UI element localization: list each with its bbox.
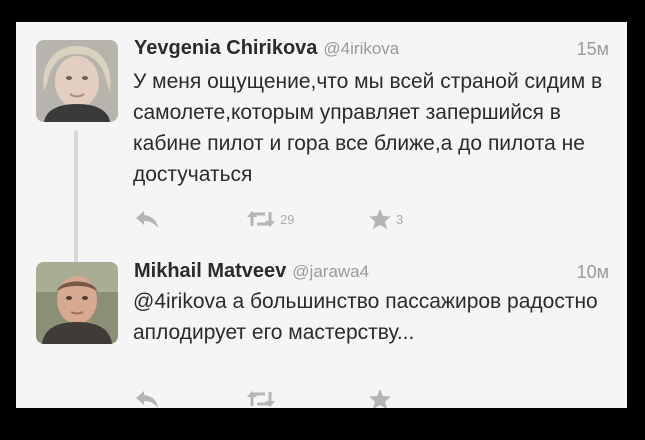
retweet-icon xyxy=(246,388,276,408)
avatar[interactable] xyxy=(36,40,118,122)
reply-icon xyxy=(134,208,160,230)
favorite-button[interactable] xyxy=(368,386,396,408)
avatar[interactable] xyxy=(36,262,118,344)
tweet[interactable]: Yevgenia Chirikova @4irikova 15м У меня о… xyxy=(16,22,627,258)
author-handle[interactable]: @4irikova xyxy=(323,39,399,58)
tweet-header: Yevgenia Chirikova @4irikova 15м xyxy=(134,37,609,65)
author-name[interactable]: Mikhail Matveev xyxy=(134,260,286,282)
author-name[interactable]: Yevgenia Chirikova xyxy=(134,37,317,59)
reply-button[interactable] xyxy=(134,206,160,232)
favorite-count: 3 xyxy=(396,211,404,227)
reply-icon xyxy=(134,388,160,408)
retweet-button[interactable] xyxy=(246,386,280,408)
tweet-header: Mikhail Matveev @jarawa4 10м xyxy=(134,260,609,288)
retweet-button[interactable]: 29 xyxy=(246,206,294,232)
author-handle[interactable]: @jarawa4 xyxy=(292,262,369,281)
star-icon xyxy=(368,388,392,408)
tweet-thread: Yevgenia Chirikova @4irikova 15м У меня о… xyxy=(16,22,627,408)
favorite-button[interactable]: 3 xyxy=(368,206,403,232)
tweet[interactable]: Mikhail Matveev @jarawa4 10м @4irikova а … xyxy=(16,258,627,408)
tweet-text: @4irikova а большинство пассажиров радос… xyxy=(133,290,598,344)
tweet-text: У меня ощущение,что мы всей страной сиди… xyxy=(133,70,603,186)
reply-button[interactable] xyxy=(134,386,160,408)
star-icon xyxy=(368,208,392,230)
retweet-count: 29 xyxy=(280,211,295,227)
timestamp[interactable]: 15м xyxy=(577,39,609,60)
timestamp[interactable]: 10м xyxy=(577,262,609,283)
retweet-icon xyxy=(246,208,276,230)
